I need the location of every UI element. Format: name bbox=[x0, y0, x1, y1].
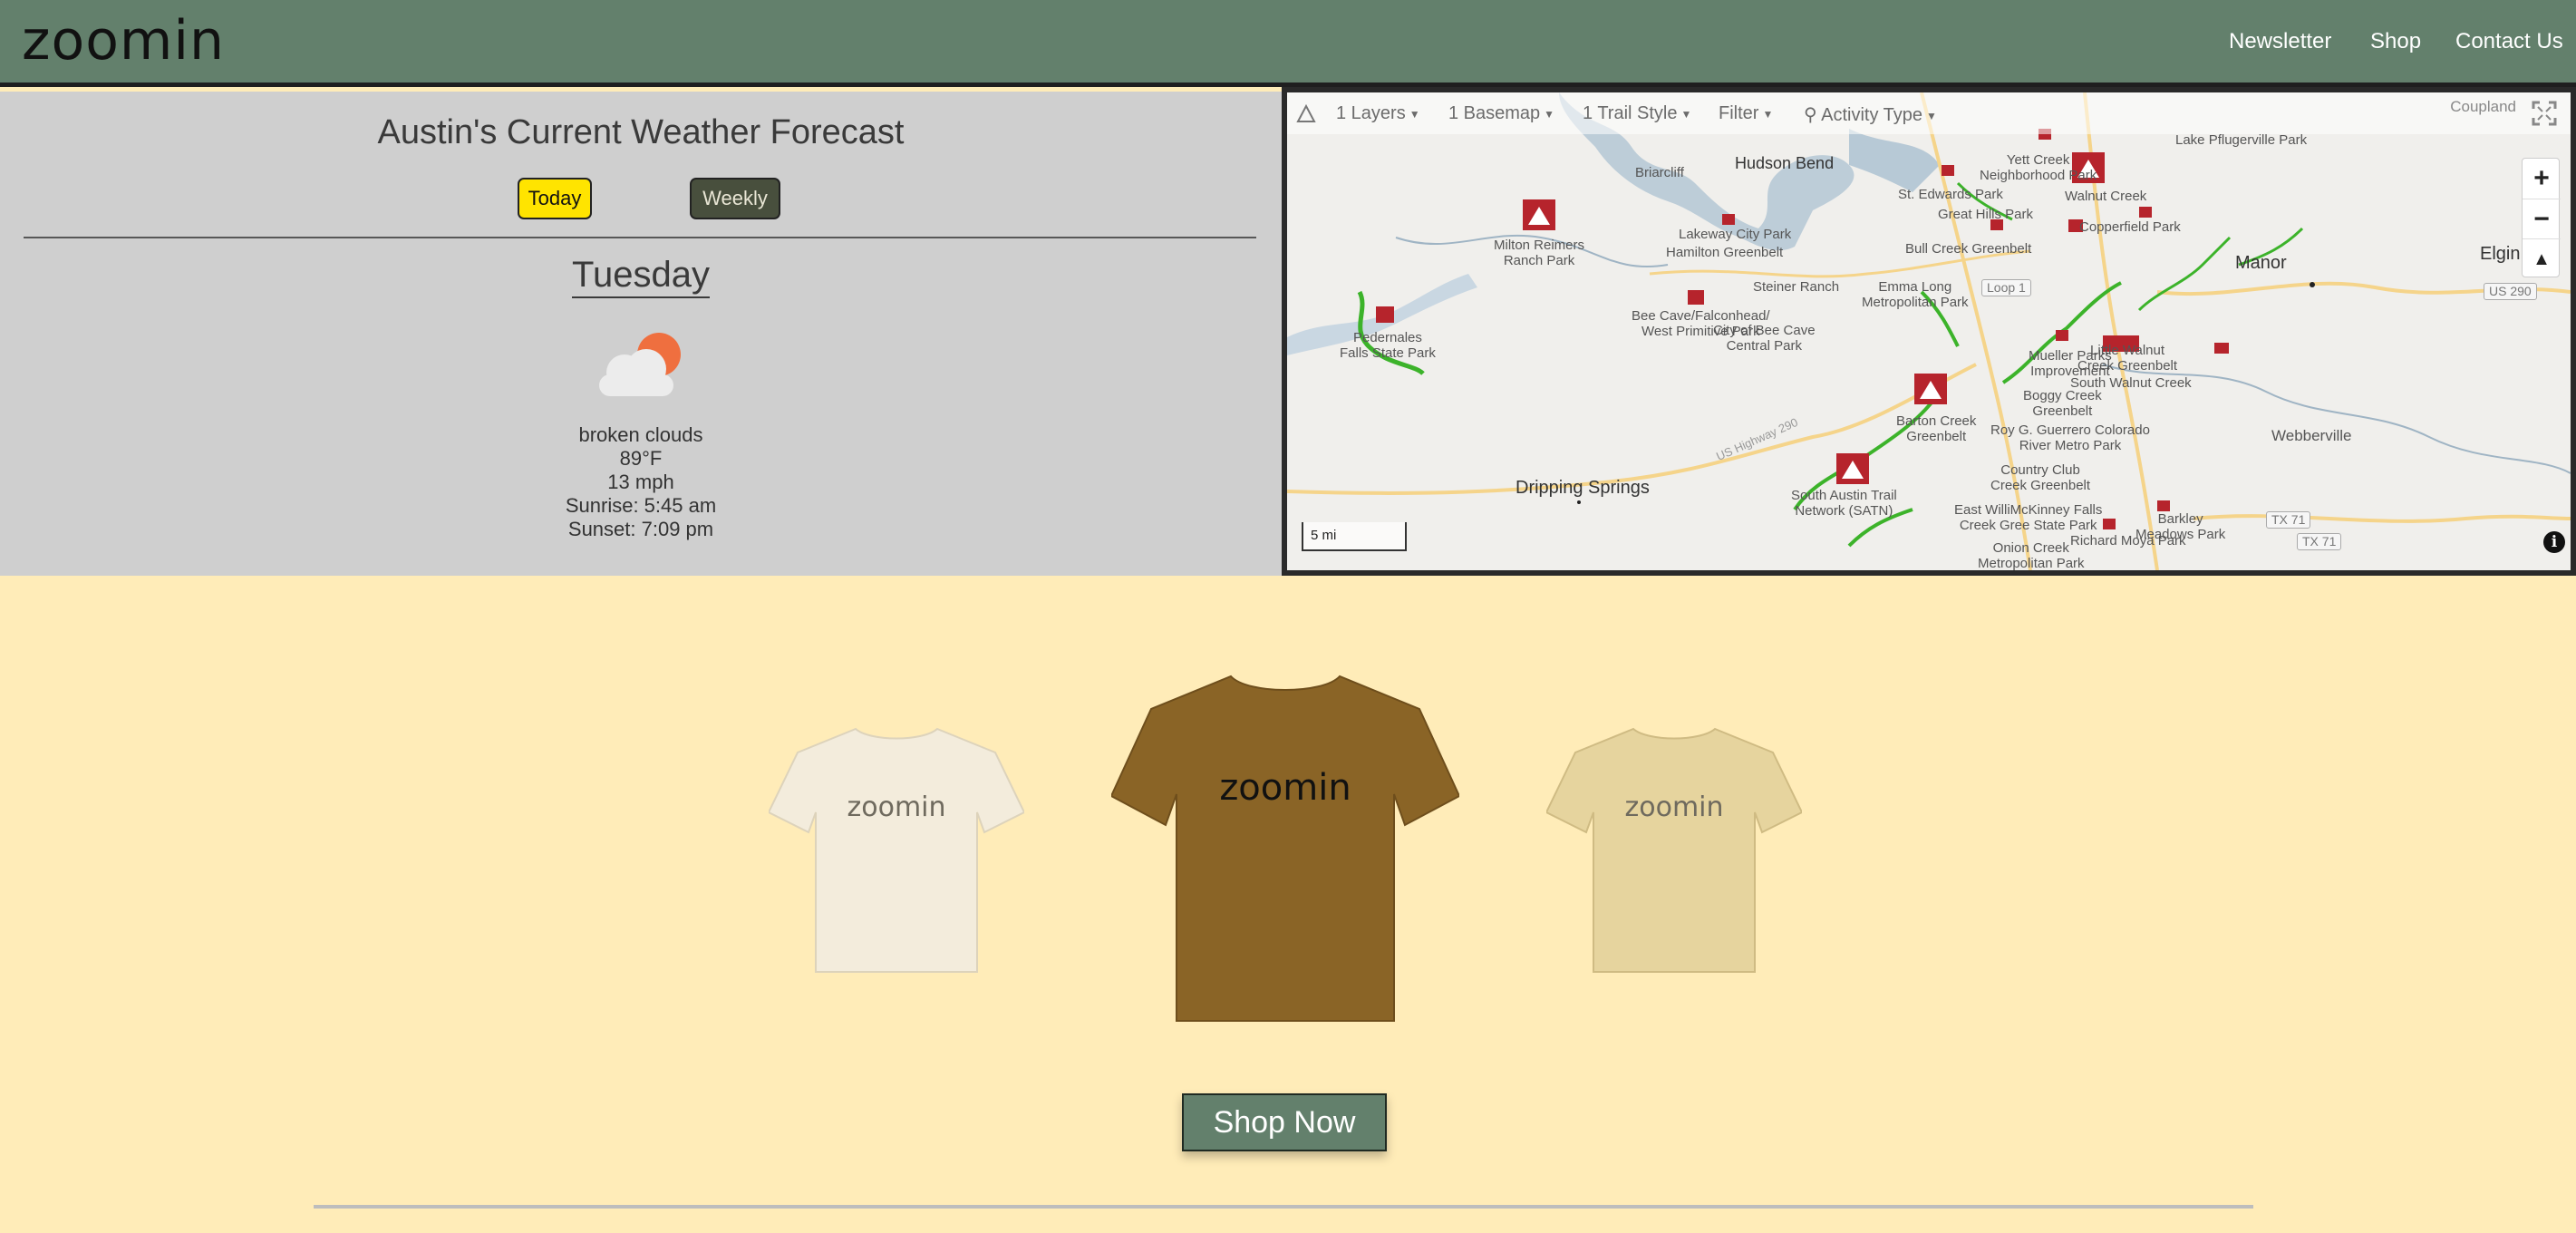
shop-now-button[interactable]: Shop Now bbox=[1182, 1093, 1387, 1151]
map-label-little-walnut: Little Walnut Creek Greenbelt bbox=[2077, 343, 2178, 374]
chevron-down-icon: ▼ bbox=[1762, 107, 1774, 121]
nav-newsletter[interactable]: Newsletter bbox=[2229, 29, 2331, 54]
nav-shop[interactable]: Shop bbox=[2370, 29, 2421, 54]
weather-panel: Austin's Current Weather Forecast Today … bbox=[0, 92, 1282, 576]
basemap-label: 1 Basemap bbox=[1448, 103, 1541, 123]
map-label-central-park: City of Bee Cave Central Park bbox=[1713, 323, 1816, 354]
shirt-khaki-text: zoomin bbox=[1624, 791, 1723, 823]
map-label-hamilton: Hamilton Greenbelt bbox=[1666, 245, 1784, 260]
fullscreen-icon[interactable] bbox=[2531, 100, 2558, 127]
hiker-icon: ⚲ bbox=[1804, 105, 1822, 125]
trail-style-label: 1 Trail Style bbox=[1583, 103, 1678, 123]
activity-type-label: Activity Type bbox=[1821, 105, 1923, 125]
chevron-down-icon: ▼ bbox=[1409, 107, 1420, 121]
map-label-hudson-bend: Hudson Bend bbox=[1735, 154, 1835, 172]
map-label-webberville: Webberville bbox=[2271, 427, 2352, 444]
shirt-khaki[interactable]: zoomin bbox=[1546, 725, 1802, 979]
site-header: zoomin Newsletter Shop Contact Us bbox=[0, 0, 2576, 87]
shirt-cream[interactable]: zoomin bbox=[769, 725, 1024, 979]
map-label-bull-creek: Bull Creek Greenbelt bbox=[1905, 241, 2032, 257]
map-label-briarcliff: Briarcliff bbox=[1635, 165, 1684, 180]
trail-style-dropdown[interactable]: 1 Trail Style ▼ bbox=[1583, 103, 1691, 124]
weekly-button[interactable]: Weekly bbox=[690, 178, 780, 219]
map-label-barkley: Barkley Meadows Park bbox=[2135, 511, 2226, 542]
map-zoom-controls: + − ▲ bbox=[2522, 158, 2561, 278]
nav-contact-us[interactable]: Contact Us bbox=[2455, 29, 2563, 54]
weather-day-label: Tuesday bbox=[572, 255, 710, 298]
trail-map[interactable]: Briarcliff Hudson Bend Lakeway City Park… bbox=[1287, 92, 2571, 570]
map-label-elgin: Elgin bbox=[2480, 244, 2521, 264]
map-label-great-hills: Great Hills Park bbox=[1938, 207, 2034, 222]
map-toolbar: 1 Layers ▼ 1 Basemap ▼ 1 Trail Style ▼ Filt… bbox=[1287, 92, 2571, 134]
map-label-lake-pflugerville: Lake Pflugerville Park bbox=[2175, 132, 2308, 148]
map-label-roy-guerrero: Roy G. Guerrero Colorado River Metro Par… bbox=[1990, 422, 2150, 453]
basemap-dropdown[interactable]: 1 Basemap ▼ bbox=[1448, 103, 1554, 124]
chevron-down-icon: ▼ bbox=[1544, 107, 1555, 121]
weather-temperature: 89°F bbox=[619, 447, 663, 470]
weather-condition: broken clouds bbox=[578, 423, 703, 446]
weather-divider bbox=[24, 237, 1256, 238]
map-label-lakeway: Lakeway City Park bbox=[1679, 227, 1792, 242]
weather-wind: 13 mph bbox=[607, 471, 674, 493]
layers-dropdown[interactable]: 1 Layers ▼ bbox=[1336, 103, 1420, 124]
map-label-barton: Barton Creek Greenbelt bbox=[1896, 413, 1977, 444]
road-label-tx71-b: TX 71 bbox=[2297, 533, 2342, 550]
zoom-in-button[interactable]: + bbox=[2523, 159, 2561, 199]
chevron-down-icon: ▼ bbox=[1680, 107, 1692, 121]
info-icon[interactable]: i bbox=[2543, 531, 2565, 553]
shirt-brown[interactable]: zoomin bbox=[1111, 673, 1459, 1026]
map-label-copperfield: Copperfield Park bbox=[2079, 219, 2181, 235]
map-label-st-edwards: St. Edwards Park bbox=[1898, 187, 2003, 202]
shirt-brown-text: zoomin bbox=[1219, 767, 1351, 809]
map-label-onion-creek: Onion Creek Metropolitan Park bbox=[1978, 540, 2085, 570]
map-label-mckinney: East WilliMcKinney Falls Creek Gree Stat… bbox=[1954, 502, 2103, 533]
filter-label: Filter bbox=[1719, 103, 1759, 123]
chevron-down-icon: ▼ bbox=[1926, 109, 1937, 122]
site-logo[interactable]: zoomin bbox=[22, 9, 225, 73]
map-label-boggy-creek: Boggy Creek Greenbelt bbox=[2023, 388, 2102, 419]
mountain-icon[interactable] bbox=[1296, 103, 1316, 123]
layers-label: 1 Layers bbox=[1336, 103, 1406, 123]
today-button[interactable]: Today bbox=[518, 178, 592, 219]
weather-day: Tuesday bbox=[0, 255, 1282, 298]
filter-dropdown[interactable]: Filter ▼ bbox=[1719, 103, 1773, 124]
map-label-country-club: Country Club Creek Greenbelt bbox=[1990, 462, 2091, 493]
trail-map-panel: Briarcliff Hudson Bend Lakeway City Park… bbox=[1282, 87, 2576, 576]
map-label-manor: Manor bbox=[2235, 253, 2287, 273]
weather-title: Austin's Current Weather Forecast bbox=[377, 113, 905, 151]
map-scale-bar: 5 mi bbox=[1302, 522, 1407, 551]
map-label-yett-creek: Yett Creek Neighborhood Park bbox=[1980, 152, 2097, 183]
compass-reset-button[interactable]: ▲ bbox=[2523, 238, 2561, 278]
road-label-tx71-a: TX 71 bbox=[2266, 511, 2311, 529]
weather-sunrise: Sunrise: 5:45 am bbox=[565, 494, 717, 517]
footer-divider bbox=[314, 1205, 2253, 1209]
road-label-us290: US 290 bbox=[2484, 283, 2537, 300]
map-label-emma: Emma Long Metropolitan Park bbox=[1862, 279, 1969, 310]
map-label-coupland: Coupland bbox=[2450, 98, 2516, 115]
weather-sunset: Sunset: 7:09 pm bbox=[567, 518, 714, 540]
map-label-walnut-creek: Walnut Creek bbox=[2065, 189, 2147, 204]
partly-cloudy-icon bbox=[599, 333, 681, 396]
map-label-steiner: Steiner Ranch bbox=[1753, 279, 1840, 295]
shirt-cream-text: zoomin bbox=[847, 791, 945, 823]
zoom-out-button[interactable]: − bbox=[2523, 199, 2561, 238]
map-label-milton: Milton Reimers Ranch Park bbox=[1494, 238, 1585, 268]
map-label-pedernales: Pedernales Falls State Park bbox=[1340, 330, 1436, 361]
road-label-loop1: Loop 1 bbox=[1981, 279, 2031, 296]
map-label-south-austin: South Austin Trail Network (SATN) bbox=[1791, 488, 1897, 519]
activity-type-dropdown[interactable]: ⚲ Activity Type ▼ bbox=[1804, 103, 1937, 126]
map-label-dripping-springs: Dripping Springs bbox=[1516, 478, 1650, 498]
map-canvas[interactable] bbox=[1287, 92, 2571, 570]
